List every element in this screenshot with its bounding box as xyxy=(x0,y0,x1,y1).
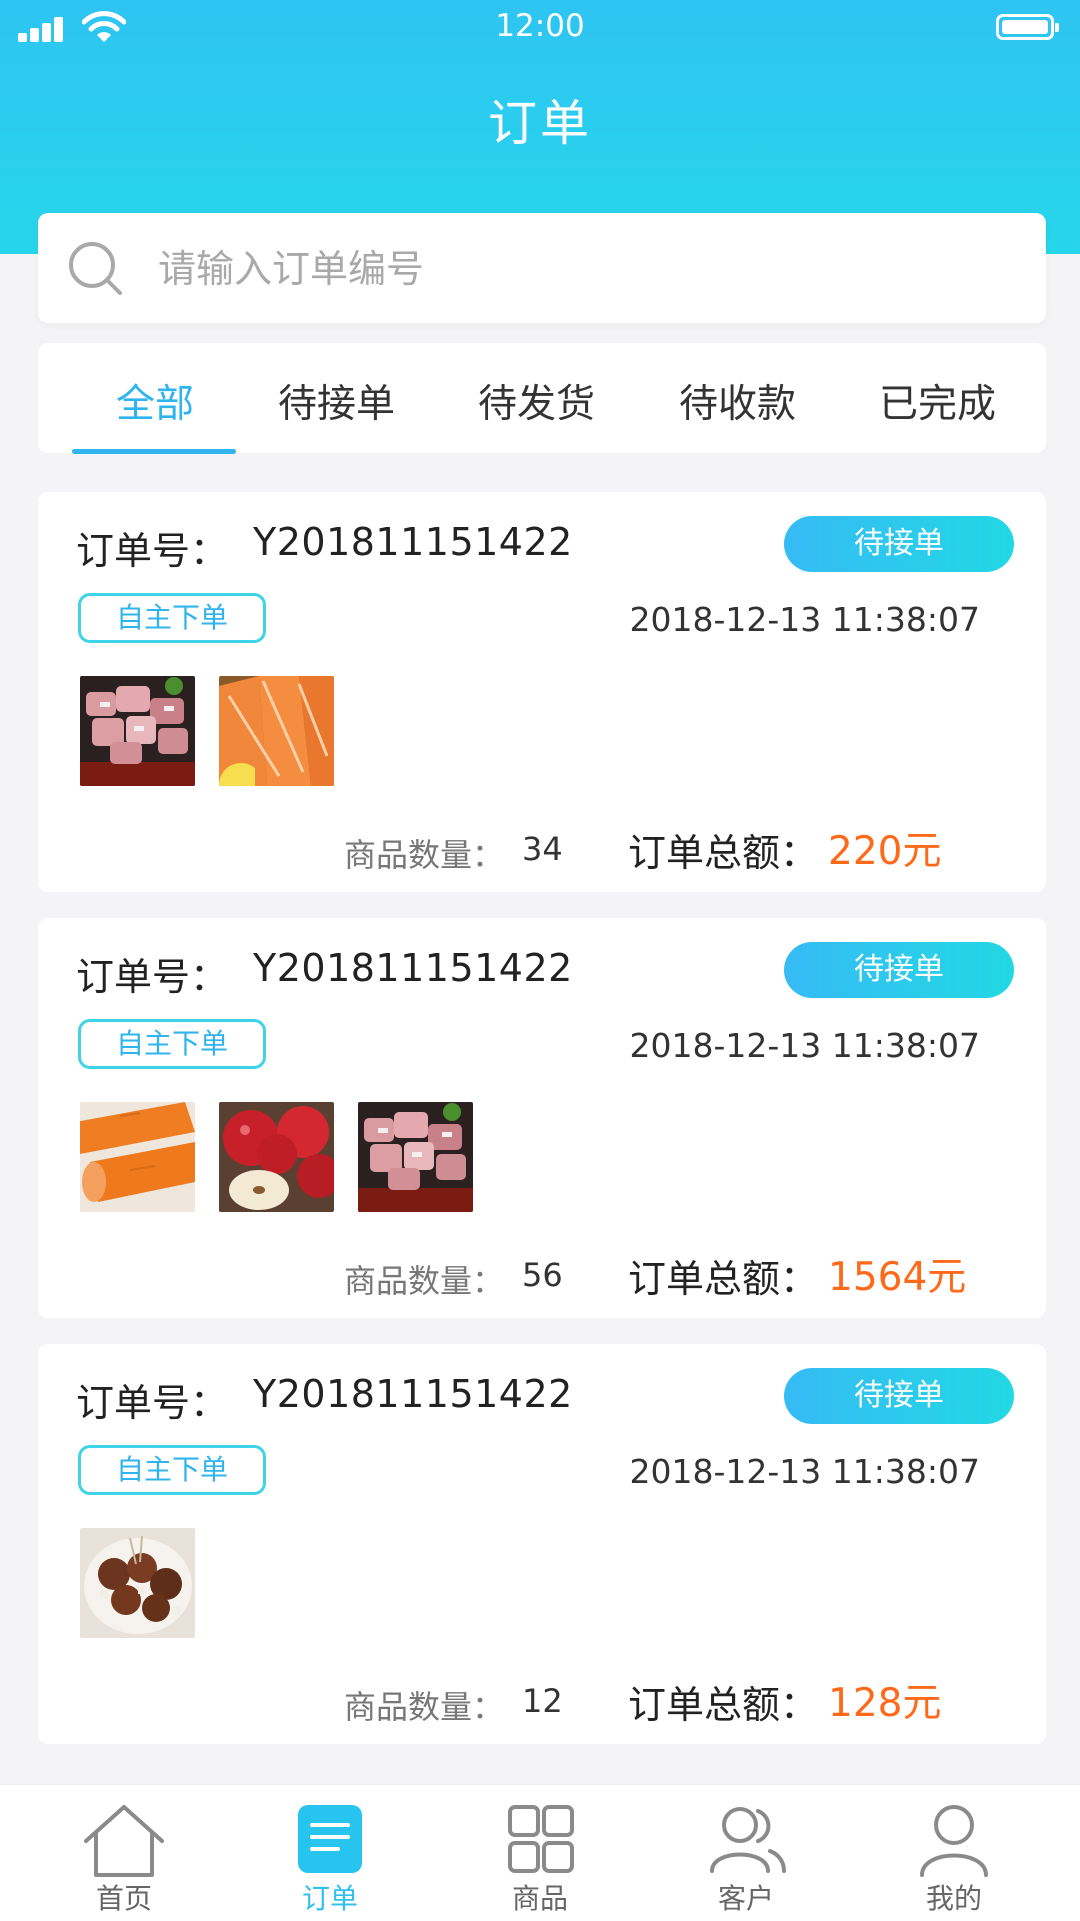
status-badge[interactable]: 待接单 xyxy=(784,942,1014,998)
status-time: 12:00 xyxy=(495,8,585,44)
order-number-label: 订单号： xyxy=(76,955,229,999)
order-total-label: 订单总额： xyxy=(628,1257,819,1301)
order-total-value: 220元 xyxy=(828,829,942,874)
tabbar-item-orders[interactable]: 订单 xyxy=(222,1785,438,1921)
carrot-image[interactable] xyxy=(80,1102,195,1212)
quantity-label: 商品数量： xyxy=(344,836,505,874)
active-tab-indicator xyxy=(72,449,236,454)
order-card[interactable]: 订单号： Y201811151422 待接单 自主下单 2018-12-13 1… xyxy=(38,918,1046,1318)
orders-icon xyxy=(298,1805,362,1873)
product-thumbnails xyxy=(80,1528,195,1638)
order-time: 2018-12-13 11:38:07 xyxy=(629,1026,980,1065)
search-bar xyxy=(38,213,1046,323)
tabbar-label: 首页 xyxy=(95,1882,152,1915)
tabbar-item-customers[interactable]: 客户 xyxy=(638,1785,854,1921)
search-input[interactable] xyxy=(156,238,1020,300)
status-bar: 12:00 xyxy=(0,0,1080,54)
apple-image[interactable] xyxy=(219,1102,334,1212)
tab-completed[interactable]: 已完成 xyxy=(879,373,996,429)
quantity-value: 56 xyxy=(522,1256,563,1294)
quantity-label: 商品数量： xyxy=(344,1262,505,1300)
pork-ribs-image[interactable] xyxy=(80,676,195,786)
page-title: 订单 xyxy=(487,95,592,152)
order-card[interactable]: 订单号： Y201811151422 待接单 自主下单 2018-12-13 1… xyxy=(38,1344,1046,1744)
status-badge[interactable]: 待接单 xyxy=(784,516,1014,572)
products-grid-icon xyxy=(508,1805,574,1873)
quantity-value: 34 xyxy=(522,830,563,868)
order-source-tag: 自主下单 xyxy=(78,593,266,643)
tabbar-item-home[interactable]: 首页 xyxy=(16,1785,232,1921)
tabbar-label: 客户 xyxy=(717,1882,774,1915)
profile-icon xyxy=(920,1805,988,1877)
customers-icon xyxy=(710,1807,786,1873)
braised-dish-image[interactable] xyxy=(80,1528,195,1638)
pork-ribs-image[interactable] xyxy=(358,1102,473,1212)
home-icon xyxy=(84,1805,164,1877)
order-card[interactable]: 订单号： Y201811151422 待接单 自主下单 2018-12-13 1… xyxy=(38,492,1046,892)
order-source-tag: 自主下单 xyxy=(78,1445,266,1495)
tabbar-label: 订单 xyxy=(301,1882,358,1915)
order-total-label: 订单总额： xyxy=(628,831,819,875)
order-number: Y201811151422 xyxy=(253,520,573,564)
battery-icon xyxy=(996,14,1059,40)
tabbar-item-profile[interactable]: 我的 xyxy=(846,1785,1062,1921)
order-total-value: 1564元 xyxy=(828,1255,967,1300)
quantity-label: 商品数量： xyxy=(344,1688,505,1726)
order-number-label: 订单号： xyxy=(76,529,229,573)
tabbar-item-products[interactable]: 商品 xyxy=(432,1785,648,1921)
tabbar-label: 我的 xyxy=(925,1882,982,1915)
quantity-value: 12 xyxy=(522,1682,563,1720)
tab-pending-accept[interactable]: 待接单 xyxy=(278,373,395,429)
order-total-value: 128元 xyxy=(828,1681,942,1726)
search-icon xyxy=(69,242,122,295)
order-number: Y201811151422 xyxy=(253,946,573,990)
tabbar-label: 商品 xyxy=(511,1882,568,1915)
order-source-tag: 自主下单 xyxy=(78,1019,266,1069)
tab-pending-payment[interactable]: 待收款 xyxy=(679,373,796,429)
order-status-tabs: 全部 待接单 待发货 待收款 已完成 xyxy=(38,343,1046,454)
salmon-image[interactable] xyxy=(219,676,334,786)
order-time: 2018-12-13 11:38:07 xyxy=(629,1452,980,1491)
product-thumbnails xyxy=(80,676,334,786)
product-thumbnails xyxy=(80,1102,473,1212)
tab-pending-ship[interactable]: 待发货 xyxy=(478,373,595,429)
order-number-label: 订单号： xyxy=(76,1381,229,1425)
bottom-tab-bar: 首页 订单 商品 客户 我的 xyxy=(0,1784,1080,1921)
order-total-label: 订单总额： xyxy=(628,1683,819,1727)
tab-all[interactable]: 全部 xyxy=(116,373,194,429)
status-badge[interactable]: 待接单 xyxy=(784,1368,1014,1424)
order-time: 2018-12-13 11:38:07 xyxy=(629,600,980,639)
order-number: Y201811151422 xyxy=(253,1372,573,1416)
